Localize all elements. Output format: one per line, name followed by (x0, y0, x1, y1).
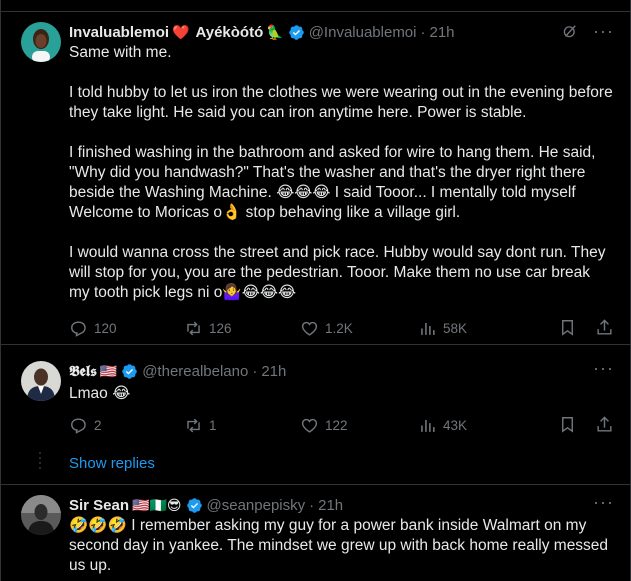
tweet-header: Sir Sean 🇺🇸🇳🇬😎 @seanpepisky · 21h (69, 495, 614, 515)
more-icon[interactable]: ··· (593, 359, 614, 377)
repost-button[interactable]: 126 (184, 319, 300, 338)
tweet-divider (1, 484, 630, 485)
tweet-header: Invaluablemoi ❤️ Ayékòótó 🦜 @Invaluablem… (69, 22, 614, 42)
more-icon[interactable]: ··· (593, 22, 614, 40)
reply-button[interactable]: 120 (69, 319, 184, 338)
tweet-text: Same with me. I told hubby to let us iro… (69, 44, 613, 301)
like-button[interactable]: 122 (300, 416, 418, 435)
name-emojis: 🇺🇸🇳🇬😎 (132, 496, 182, 513)
tweet-actions-right (558, 318, 614, 337)
tweet-actions-right (558, 415, 614, 434)
more-icon[interactable]: ··· (593, 493, 614, 511)
thread-connector (39, 452, 42, 472)
like-button[interactable]: 1.2K (300, 319, 418, 338)
avatar[interactable] (21, 22, 61, 62)
handle[interactable]: @seanpepisky (207, 497, 306, 514)
like-icon (301, 418, 318, 433)
bookmark-icon[interactable] (558, 318, 577, 337)
tweet-header-icons: ··· (561, 22, 614, 40)
display-name[interactable]: 𝕭𝖊𝖑𝖘 (69, 363, 97, 380)
heart-emoji: ❤️ (172, 23, 190, 40)
views-icon (421, 419, 435, 432)
avatar[interactable] (21, 495, 61, 535)
share-icon[interactable] (595, 318, 614, 337)
reply-count: 120 (94, 320, 117, 336)
tweet-therealbelano[interactable]: 𝕭𝖊𝖑𝖘 🇺🇸 @therealbelano · 21h ··· Lmao 😂 … (1, 359, 630, 441)
like-icon (301, 321, 318, 336)
repost-count: 1 (209, 417, 217, 433)
dot-separator: · (252, 362, 258, 380)
parrot-emoji: 🦜 (266, 23, 284, 40)
timestamp[interactable]: 21h (430, 24, 455, 41)
verified-badge-icon (122, 363, 137, 379)
tweet-actions: 120 126 1.2K 58K (69, 318, 614, 338)
tweet-seanpepisky[interactable]: Sir Sean 🇺🇸🇳🇬😎 @seanpepisky · 21h ··· 🤣🤣… (1, 493, 630, 581)
share-icon[interactable] (595, 415, 614, 434)
timestamp[interactable]: 21h (261, 363, 286, 380)
grok-icon[interactable] (561, 22, 579, 40)
tweet-header-icons: ··· (593, 493, 614, 511)
show-replies-link[interactable]: Show replies (69, 455, 155, 472)
display-name[interactable]: Invaluablemoi (69, 24, 169, 41)
timestamp[interactable]: 21h (318, 497, 343, 514)
repost-count: 126 (209, 320, 232, 336)
tweet-invaluablemoi[interactable]: Invaluablemoi ❤️ Ayékòótó 🦜 @Invaluablem… (1, 22, 630, 344)
reply-icon (71, 320, 86, 337)
handle[interactable]: @therealbelano (142, 363, 248, 380)
tweet-divider (1, 344, 630, 345)
view-count: 58K (443, 320, 468, 336)
reply-count: 2 (94, 417, 102, 433)
tweet-header: 𝕭𝖊𝖑𝖘 🇺🇸 @therealbelano · 21h (69, 361, 614, 381)
verified-badge-icon (288, 24, 304, 40)
repost-button[interactable]: 1 (184, 416, 300, 435)
views-button[interactable]: 58K (418, 319, 467, 338)
previous-tweet-edge (1, 0, 630, 12)
reply-icon (71, 417, 86, 434)
tweet-text: 🤣🤣🤣 I remember asking my guy for a power… (69, 517, 609, 574)
repost-icon (187, 321, 200, 335)
tweet-header-icons: ··· (593, 359, 614, 377)
tweet-actions: 2 1 122 43K (69, 415, 614, 435)
views-button[interactable]: 43K (418, 416, 467, 435)
repost-icon (187, 418, 200, 432)
dot-separator: · (309, 496, 315, 514)
view-count: 43K (443, 417, 468, 433)
avatar[interactable] (21, 361, 61, 401)
views-icon (421, 322, 435, 335)
display-name[interactable]: Sir Sean (69, 497, 129, 514)
like-count: 122 (325, 417, 348, 433)
handle[interactable]: @Invaluablemoi (309, 24, 417, 41)
reply-button[interactable]: 2 (69, 416, 184, 435)
tweet-text: Lmao 😂 (69, 385, 131, 402)
like-count: 1.2K (325, 320, 353, 336)
feed: Invaluablemoi ❤️ Ayékòótó 🦜 @Invaluablem… (0, 0, 631, 581)
dot-separator: · (420, 23, 426, 41)
bookmark-icon[interactable] (558, 415, 577, 434)
us-flag-emoji: 🇺🇸 (99, 362, 118, 379)
display-name-suffix[interactable]: Ayékòótó (195, 24, 263, 41)
verified-badge-icon (186, 497, 202, 513)
